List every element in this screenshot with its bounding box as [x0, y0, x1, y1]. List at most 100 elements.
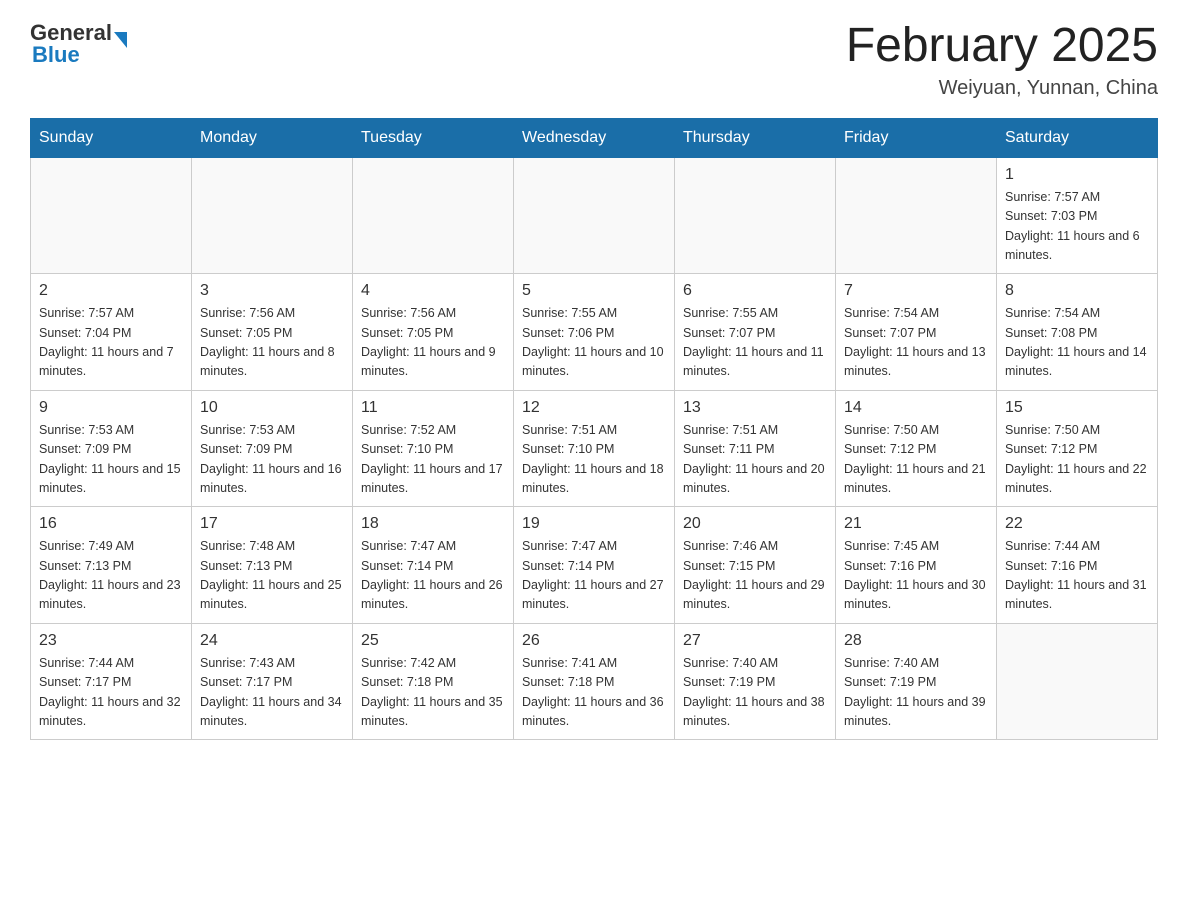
calendar-cell: 27Sunrise: 7:40 AMSunset: 7:19 PMDayligh…	[675, 623, 836, 740]
day-number: 22	[1005, 515, 1149, 533]
calendar-cell: 13Sunrise: 7:51 AMSunset: 7:11 PMDayligh…	[675, 390, 836, 507]
day-info: Sunrise: 7:48 AMSunset: 7:13 PMDaylight:…	[200, 537, 344, 615]
calendar-cell: 18Sunrise: 7:47 AMSunset: 7:14 PMDayligh…	[353, 507, 514, 624]
day-number: 5	[522, 282, 666, 300]
calendar-cell: 7 Sunrise: 7:54 AMSunset: 7:07 PMDaylight…	[836, 274, 997, 391]
calendar-cell: 15 Sunrise: 7:50 AMSunset: 7:12 PMDayligh…	[997, 390, 1158, 507]
day-number: 23	[39, 632, 183, 650]
title-block: February 2025 Weiyuan, Yunnan, China	[846, 20, 1158, 100]
day-header-thursday: Thursday	[675, 118, 836, 157]
day-number: 20	[683, 515, 827, 533]
day-info: Sunrise: 7:53 AMSunset: 7:09 PMDaylight:…	[200, 421, 344, 499]
day-info: Sunrise: 7:40 AMSunset: 7:19 PMDaylight:…	[844, 654, 988, 732]
calendar-cell: 5 Sunrise: 7:55 AMSunset: 7:06 PMDaylight…	[514, 274, 675, 391]
day-number: 8	[1005, 282, 1149, 300]
week-row-2: 2 Sunrise: 7:57 AMSunset: 7:04 PMDaylight…	[31, 274, 1158, 391]
day-info: Sunrise: 7:43 AMSunset: 7:17 PMDaylight:…	[200, 654, 344, 732]
day-info: Sunrise: 7:54 AMSunset: 7:08 PMDaylight:…	[1005, 304, 1149, 382]
day-number: 12	[522, 399, 666, 417]
logo-blue-text: Blue	[32, 42, 127, 68]
calendar-cell: 8 Sunrise: 7:54 AMSunset: 7:08 PMDaylight…	[997, 274, 1158, 391]
day-number: 21	[844, 515, 988, 533]
days-header-row: SundayMondayTuesdayWednesdayThursdayFrid…	[31, 118, 1158, 157]
calendar-cell: 24 Sunrise: 7:43 AMSunset: 7:17 PMDayligh…	[192, 623, 353, 740]
calendar-cell: 12 Sunrise: 7:51 AMSunset: 7:10 PMDayligh…	[514, 390, 675, 507]
day-info: Sunrise: 7:42 AMSunset: 7:18 PMDaylight:…	[361, 654, 505, 732]
day-info: Sunrise: 7:53 AMSunset: 7:09 PMDaylight:…	[39, 421, 183, 499]
day-info: Sunrise: 7:46 AMSunset: 7:15 PMDaylight:…	[683, 537, 827, 615]
day-number: 11	[361, 399, 505, 417]
calendar-cell: 4 Sunrise: 7:56 AMSunset: 7:05 PMDaylight…	[353, 274, 514, 391]
day-info: Sunrise: 7:52 AMSunset: 7:10 PMDaylight:…	[361, 421, 505, 499]
day-header-sunday: Sunday	[31, 118, 192, 157]
day-info: Sunrise: 7:54 AMSunset: 7:07 PMDaylight:…	[844, 304, 988, 382]
day-info: Sunrise: 7:55 AMSunset: 7:07 PMDaylight:…	[683, 304, 827, 382]
day-info: Sunrise: 7:50 AMSunset: 7:12 PMDaylight:…	[1005, 421, 1149, 499]
day-number: 6	[683, 282, 827, 300]
day-number: 10	[200, 399, 344, 417]
day-number: 7	[844, 282, 988, 300]
calendar-cell: 26 Sunrise: 7:41 AMSunset: 7:18 PMDayligh…	[514, 623, 675, 740]
calendar-cell: 28 Sunrise: 7:40 AMSunset: 7:19 PMDayligh…	[836, 623, 997, 740]
week-row-4: 16 Sunrise: 7:49 AMSunset: 7:13 PMDayligh…	[31, 507, 1158, 624]
calendar-cell: 22 Sunrise: 7:44 AMSunset: 7:16 PMDayligh…	[997, 507, 1158, 624]
logo: General Blue	[30, 20, 127, 68]
day-info: Sunrise: 7:50 AMSunset: 7:12 PMDaylight:…	[844, 421, 988, 499]
day-number: 24	[200, 632, 344, 650]
day-header-friday: Friday	[836, 118, 997, 157]
calendar-cell	[31, 157, 192, 274]
calendar-cell: 20 Sunrise: 7:46 AMSunset: 7:15 PMDayligh…	[675, 507, 836, 624]
day-header-wednesday: Wednesday	[514, 118, 675, 157]
calendar-cell: 17 Sunrise: 7:48 AMSunset: 7:13 PMDayligh…	[192, 507, 353, 624]
day-number: 17	[200, 515, 344, 533]
day-info: Sunrise: 7:47 AMSunset: 7:14 PMDaylight:…	[522, 537, 666, 615]
calendar-cell: 2 Sunrise: 7:57 AMSunset: 7:04 PMDaylight…	[31, 274, 192, 391]
day-info: Sunrise: 7:49 AMSunset: 7:13 PMDaylight:…	[39, 537, 183, 615]
page-header: General Blue February 2025 Weiyuan, Yunn…	[30, 20, 1158, 100]
day-header-tuesday: Tuesday	[353, 118, 514, 157]
day-info: Sunrise: 7:57 AMSunset: 7:03 PMDaylight:…	[1005, 188, 1149, 266]
calendar-cell: 21Sunrise: 7:45 AMSunset: 7:16 PMDayligh…	[836, 507, 997, 624]
day-number: 13	[683, 399, 827, 417]
calendar-title: February 2025	[846, 20, 1158, 73]
day-info: Sunrise: 7:44 AMSunset: 7:17 PMDaylight:…	[39, 654, 183, 732]
day-number: 26	[522, 632, 666, 650]
calendar-cell	[675, 157, 836, 274]
day-number: 9	[39, 399, 183, 417]
calendar-cell: 25Sunrise: 7:42 AMSunset: 7:18 PMDayligh…	[353, 623, 514, 740]
week-row-5: 23 Sunrise: 7:44 AMSunset: 7:17 PMDayligh…	[31, 623, 1158, 740]
week-row-3: 9 Sunrise: 7:53 AMSunset: 7:09 PMDaylight…	[31, 390, 1158, 507]
calendar-cell: 9 Sunrise: 7:53 AMSunset: 7:09 PMDaylight…	[31, 390, 192, 507]
calendar-cell: 16 Sunrise: 7:49 AMSunset: 7:13 PMDayligh…	[31, 507, 192, 624]
calendar-cell	[192, 157, 353, 274]
calendar-cell: 1 Sunrise: 7:57 AMSunset: 7:03 PMDaylight…	[997, 157, 1158, 274]
calendar-cell: 11 Sunrise: 7:52 AMSunset: 7:10 PMDayligh…	[353, 390, 514, 507]
day-number: 19	[522, 515, 666, 533]
calendar-cell: 6 Sunrise: 7:55 AMSunset: 7:07 PMDaylight…	[675, 274, 836, 391]
calendar-cell: 19 Sunrise: 7:47 AMSunset: 7:14 PMDayligh…	[514, 507, 675, 624]
day-info: Sunrise: 7:55 AMSunset: 7:06 PMDaylight:…	[522, 304, 666, 382]
day-number: 2	[39, 282, 183, 300]
calendar-cell: 3Sunrise: 7:56 AMSunset: 7:05 PMDaylight…	[192, 274, 353, 391]
calendar-cell	[353, 157, 514, 274]
day-header-saturday: Saturday	[997, 118, 1158, 157]
week-row-1: 1 Sunrise: 7:57 AMSunset: 7:03 PMDaylight…	[31, 157, 1158, 274]
calendar-cell	[514, 157, 675, 274]
day-header-monday: Monday	[192, 118, 353, 157]
day-number: 14	[844, 399, 988, 417]
day-number: 15	[1005, 399, 1149, 417]
day-info: Sunrise: 7:57 AMSunset: 7:04 PMDaylight:…	[39, 304, 183, 382]
calendar-cell	[836, 157, 997, 274]
day-number: 16	[39, 515, 183, 533]
day-number: 18	[361, 515, 505, 533]
calendar-cell: 23 Sunrise: 7:44 AMSunset: 7:17 PMDayligh…	[31, 623, 192, 740]
day-info: Sunrise: 7:51 AMSunset: 7:10 PMDaylight:…	[522, 421, 666, 499]
day-number: 4	[361, 282, 505, 300]
day-number: 1	[1005, 166, 1149, 184]
calendar-cell	[997, 623, 1158, 740]
day-info: Sunrise: 7:41 AMSunset: 7:18 PMDaylight:…	[522, 654, 666, 732]
day-number: 28	[844, 632, 988, 650]
day-info: Sunrise: 7:44 AMSunset: 7:16 PMDaylight:…	[1005, 537, 1149, 615]
day-info: Sunrise: 7:56 AMSunset: 7:05 PMDaylight:…	[361, 304, 505, 382]
calendar-cell: 14 Sunrise: 7:50 AMSunset: 7:12 PMDayligh…	[836, 390, 997, 507]
